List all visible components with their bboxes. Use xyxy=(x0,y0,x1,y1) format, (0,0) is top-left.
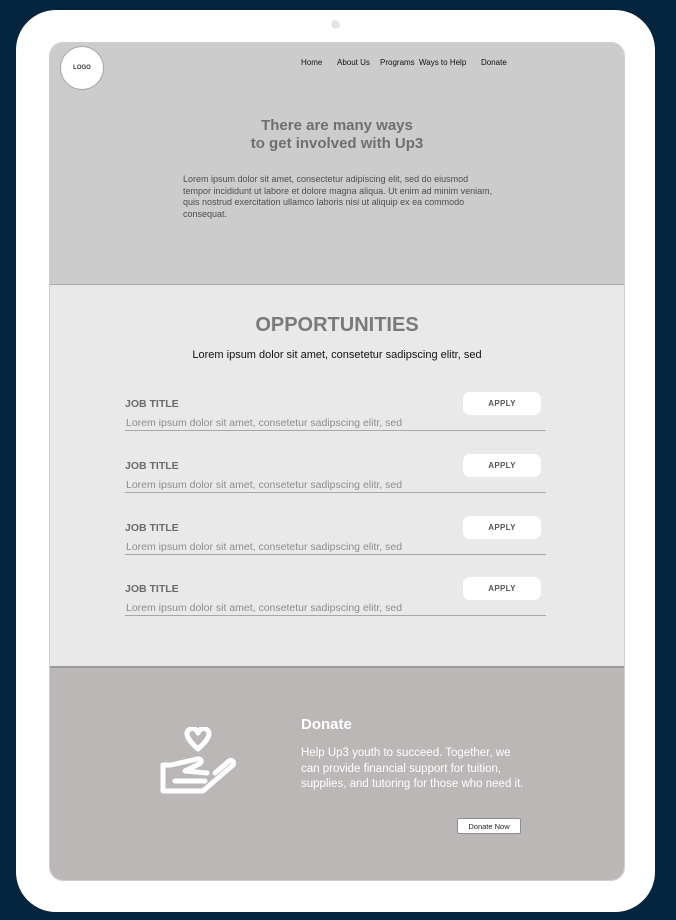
apply-button[interactable]: APPLY xyxy=(463,516,541,539)
heart-in-hand-icon xyxy=(160,727,237,794)
job-listing: JOB TITLE Lorem ipsum dolor sit amet, co… xyxy=(125,454,546,493)
job-title: JOB TITLE xyxy=(125,583,179,595)
job-description: Lorem ipsum dolor sit amet, consetetur s… xyxy=(126,602,403,614)
job-listing: JOB TITLE Lorem ipsum dolor sit amet, co… xyxy=(125,516,546,555)
hero-section: LOGO Home About Us Programs Ways to Help… xyxy=(50,43,624,285)
nav-about-us[interactable]: About Us xyxy=(337,58,370,67)
job-listing: JOB TITLE Lorem ipsum dolor sit amet, co… xyxy=(125,392,546,431)
screen: LOGO Home About Us Programs Ways to Help… xyxy=(49,42,625,881)
hero-title-line2: to get involved with Up3 xyxy=(250,135,424,152)
donate-body: Help Up3 youth to succeed. Together, we … xyxy=(301,747,524,790)
camera-dot xyxy=(331,20,340,29)
donate-title: Donate xyxy=(301,716,352,733)
nav-ways-to-help[interactable]: Ways to Help xyxy=(419,58,466,67)
nav-home[interactable]: Home xyxy=(301,58,322,67)
hero-title: There are many ways to get involved with… xyxy=(50,117,624,153)
logo[interactable]: LOGO xyxy=(60,46,104,90)
nav-donate[interactable]: Donate xyxy=(481,58,507,67)
apply-button[interactable]: APPLY xyxy=(463,577,541,600)
job-description: Lorem ipsum dolor sit amet, consetetur s… xyxy=(126,479,403,491)
apply-button[interactable]: APPLY xyxy=(463,392,541,415)
donate-now-button[interactable]: Donate Now xyxy=(457,818,521,834)
job-title: JOB TITLE xyxy=(125,398,179,410)
job-title: JOB TITLE xyxy=(125,522,179,534)
job-description: Lorem ipsum dolor sit amet, consetetur s… xyxy=(126,417,403,429)
job-title: JOB TITLE xyxy=(125,460,179,472)
job-listing: JOB TITLE Lorem ipsum dolor sit amet, co… xyxy=(125,577,546,616)
donate-section: Donate Help Up3 youth to succeed. Togeth… xyxy=(50,666,624,880)
hero-body: Lorem ipsum dolor sit amet, consectetur … xyxy=(183,174,493,219)
hero-title-line1: There are many ways xyxy=(261,117,413,134)
tablet-frame: LOGO Home About Us Programs Ways to Help… xyxy=(16,10,655,912)
nav-programs[interactable]: Programs xyxy=(380,58,415,67)
job-description: Lorem ipsum dolor sit amet, consetetur s… xyxy=(126,541,403,553)
opportunities-title: OPPORTUNITIES xyxy=(255,314,419,336)
apply-button[interactable]: APPLY xyxy=(463,454,541,477)
opportunities-subtitle: Lorem ipsum dolor sit amet, consetetur s… xyxy=(192,349,482,361)
